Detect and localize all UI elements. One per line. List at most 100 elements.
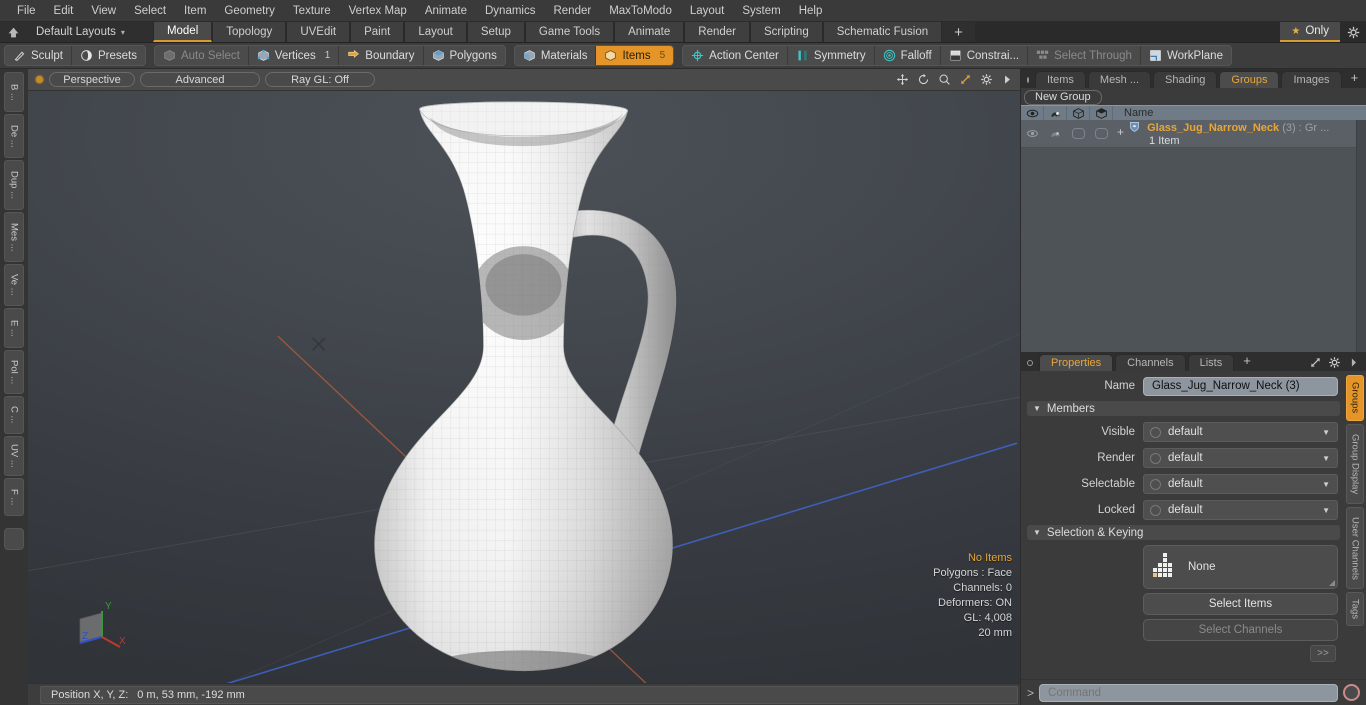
viewport-3d[interactable]: No Items Polygons : Face Channels: 0 Def… <box>28 91 1020 683</box>
vtab-edge[interactable]: E ... <box>4 308 24 348</box>
members-section-header[interactable]: ▼ Members <box>1027 401 1340 416</box>
group-list-body[interactable]: + Glass_Jug_Narrow_Neck (3) : Gr ... 1 I… <box>1021 120 1366 352</box>
vtab-curve[interactable]: C ... <box>4 396 24 434</box>
vtab-basic[interactable]: B ... <box>4 72 24 112</box>
menu-item-view[interactable]: View <box>82 3 125 19</box>
command-input[interactable] <box>1039 683 1338 702</box>
row-ghost-toggle[interactable] <box>1044 120 1067 147</box>
expand-icon[interactable] <box>1309 356 1322 369</box>
panel-menu-icon[interactable] <box>1027 77 1029 83</box>
tab-items[interactable]: Items <box>1035 71 1086 88</box>
items-button[interactable]: Items 5 <box>596 46 674 65</box>
zoom-icon[interactable] <box>938 73 951 86</box>
gear-icon[interactable] <box>980 73 993 86</box>
blank-tool-button[interactable] <box>4 528 24 550</box>
menu-item-maxtomodo[interactable]: MaxToModo <box>600 3 681 19</box>
viewport-shading-button[interactable]: Advanced <box>140 72 260 87</box>
selection-keying-section-header[interactable]: ▼ Selection & Keying <box>1027 525 1340 540</box>
menu-item-dynamics[interactable]: Dynamics <box>476 3 544 19</box>
gear-icon[interactable] <box>1340 22 1366 42</box>
row-name-cell[interactable]: + Glass_Jug_Narrow_Neck (3) : Gr ... 1 I… <box>1113 120 1366 148</box>
add-panel-tab-button[interactable]: + <box>1344 70 1366 87</box>
tab-properties[interactable]: Properties <box>1039 354 1114 371</box>
menu-item-item[interactable]: Item <box>175 3 215 19</box>
more-options-button[interactable]: >> <box>1310 645 1336 662</box>
locked-dropdown[interactable]: default ▼ <box>1143 500 1338 520</box>
side-tab-user-channels[interactable]: User Channels <box>1346 507 1364 589</box>
polygons-button[interactable]: Polygons <box>424 46 505 65</box>
add-properties-tab-button[interactable]: + <box>1236 353 1258 370</box>
menu-item-help[interactable]: Help <box>790 3 832 19</box>
menu-item-file[interactable]: File <box>8 3 45 19</box>
menu-item-select[interactable]: Select <box>125 3 175 19</box>
tab-animate[interactable]: Animate <box>614 22 685 42</box>
tab-paint[interactable]: Paint <box>350 22 405 42</box>
vtab-deform[interactable]: De ... <box>4 114 24 158</box>
gear-icon[interactable] <box>1328 356 1341 369</box>
cube-outline-icon[interactable] <box>1067 106 1090 120</box>
layout-dropdown[interactable]: Default Layouts ▾ <box>26 22 135 42</box>
tab-shading[interactable]: Shading <box>1153 71 1218 88</box>
play-icon[interactable] <box>1001 73 1014 86</box>
selectable-dropdown[interactable]: default ▼ <box>1143 474 1338 494</box>
row-solid-toggle[interactable] <box>1090 120 1113 147</box>
tab-model[interactable]: Model <box>152 22 213 42</box>
tab-groups[interactable]: Groups <box>1219 71 1280 88</box>
table-row[interactable]: + Glass_Jug_Narrow_Neck (3) : Gr ... 1 I… <box>1021 120 1366 148</box>
visible-dropdown[interactable]: default ▼ <box>1143 422 1338 442</box>
move-icon[interactable] <box>896 73 909 86</box>
selection-set-button[interactable]: None <box>1143 545 1338 589</box>
vtab-fusion[interactable]: F ... <box>4 478 24 516</box>
vertices-button[interactable]: Vertices 1 <box>249 46 340 65</box>
viewport-raygl-button[interactable]: Ray GL: Off <box>265 72 375 87</box>
tab-layout[interactable]: Layout <box>404 22 467 42</box>
tab-uvedit[interactable]: UVEdit <box>286 22 351 42</box>
side-tab-tags[interactable]: Tags <box>1346 592 1364 626</box>
falloff-button[interactable]: Falloff <box>875 46 941 65</box>
home-icon[interactable] <box>0 22 26 42</box>
eye-icon[interactable] <box>1021 106 1044 120</box>
group-list-scrollbar[interactable] <box>1356 120 1366 352</box>
rotate-icon[interactable] <box>917 73 930 86</box>
menu-item-render[interactable]: Render <box>544 3 600 19</box>
menu-item-texture[interactable]: Texture <box>284 3 340 19</box>
footer-handle[interactable] <box>28 684 38 705</box>
record-icon[interactable] <box>1343 684 1360 701</box>
select-items-button[interactable]: Select Items <box>1143 593 1338 615</box>
vtab-duplicate[interactable]: Dup ... <box>4 160 24 210</box>
boundary-button[interactable]: Boundary <box>339 46 424 65</box>
tab-images[interactable]: Images <box>1281 71 1342 88</box>
menu-item-layout[interactable]: Layout <box>681 3 734 19</box>
symmetry-button[interactable]: Symmetry <box>788 46 875 65</box>
menu-item-geometry[interactable]: Geometry <box>215 3 284 19</box>
cube-solid-icon[interactable] <box>1090 106 1113 120</box>
tab-channels[interactable]: Channels <box>1115 354 1186 371</box>
side-tab-groups[interactable]: Groups <box>1346 375 1364 421</box>
add-tab-button[interactable]: + <box>942 22 975 42</box>
tab-schematic-fusion[interactable]: Schematic Fusion <box>822 22 943 42</box>
menu-item-system[interactable]: System <box>733 3 789 19</box>
render-dropdown[interactable]: default ▼ <box>1143 448 1338 468</box>
vtab-vertex[interactable]: Ve ... <box>4 264 24 306</box>
only-toggle[interactable]: ★ Only <box>1280 22 1340 42</box>
side-tab-group-display[interactable]: Group Display <box>1346 424 1364 504</box>
name-field[interactable]: Glass_Jug_Narrow_Neck (3) <box>1143 376 1338 396</box>
tab-topology[interactable]: Topology <box>212 22 287 42</box>
tab-game-tools[interactable]: Game Tools <box>524 22 615 42</box>
auto-select-button[interactable]: Auto Select <box>155 46 249 65</box>
ghost-icon[interactable] <box>1044 106 1067 120</box>
constraint-button[interactable]: Constrai... <box>941 46 1029 65</box>
menu-item-vertex-map[interactable]: Vertex Map <box>340 3 416 19</box>
tab-setup[interactable]: Setup <box>466 22 525 42</box>
presets-button[interactable]: Presets <box>72 46 145 65</box>
new-group-button[interactable]: New Group <box>1024 89 1102 105</box>
vtab-polygon[interactable]: Pol ... <box>4 350 24 394</box>
fit-icon[interactable] <box>959 73 972 86</box>
tab-lists[interactable]: Lists <box>1187 354 1235 371</box>
chevron-right-icon[interactable] <box>1347 356 1360 369</box>
sculpt-button[interactable]: Sculpt <box>5 46 72 65</box>
action-center-button[interactable]: Action Center <box>683 46 788 65</box>
row-eye-toggle[interactable] <box>1021 120 1044 147</box>
workplane-button[interactable]: WorkPlane <box>1141 46 1231 65</box>
menu-item-animate[interactable]: Animate <box>416 3 476 19</box>
